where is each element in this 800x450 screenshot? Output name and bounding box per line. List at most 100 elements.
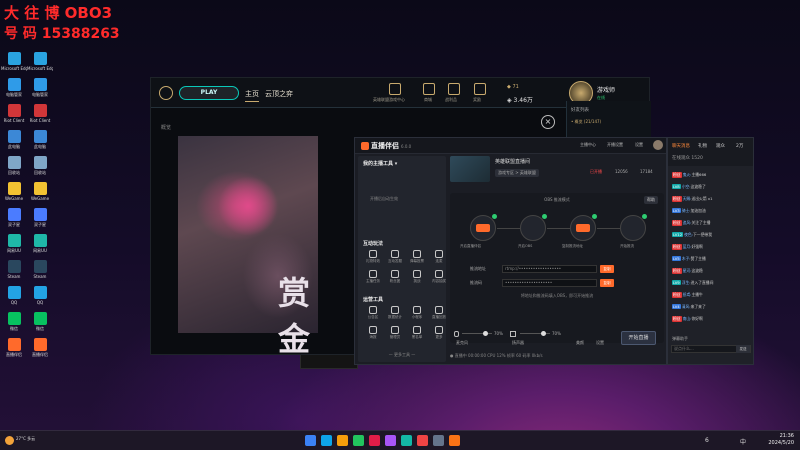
chat-message[interactable]: 粉丝 追风:关注了主播 [672,220,752,227]
desktop-shortcut[interactable]: QQ [27,286,53,310]
desktop-shortcut[interactable]: Riot Client [1,104,27,128]
chat-message[interactable]: 粉丝 纸鸢:主播牛 [672,292,752,299]
tool-button[interactable]: 挑战 [407,268,427,286]
taskbar-app-icon[interactable] [369,435,380,446]
nav-tft-tab[interactable]: 云顶之弈 [265,89,293,99]
tool-button[interactable]: 粉丝团 [385,268,405,286]
tool-button[interactable]: 内容抽奖 [429,268,449,286]
taskbar-app-icon[interactable] [385,435,396,446]
copy-rtmp-button[interactable]: 复制 [600,265,614,273]
mic-volume-knob[interactable] [483,331,488,336]
chat-message[interactable]: LV4 清风:来了来了 [672,304,752,311]
tool-button[interactable]: 弹幕投票 [407,248,427,266]
beauty-button[interactable]: 美颜 [576,340,584,346]
tool-button[interactable]: 更多 [429,324,449,342]
tool-button[interactable]: 礼物特效 [363,248,383,266]
anchor-center-button[interactable]: 主播中心 [580,142,596,148]
chat-nickname[interactable]: 夜色: [684,232,693,237]
desktop-shortcut[interactable]: WeGame [27,182,53,206]
input-language-indicator[interactable]: 中 [740,437,746,446]
desktop-shortcut[interactable]: 双子星 [1,208,27,232]
loot-icon[interactable] [448,83,460,95]
chat-nickname[interactable]: 小空: [682,184,691,189]
chat-message[interactable]: 粉丝 鬼火:主播666 [672,172,752,179]
room-category-tag[interactable]: 游戏专区 > 英雄联盟 [495,169,539,177]
tab-chat[interactable]: 聊天消息 [672,143,690,149]
desktop-shortcut[interactable]: 网易UU [1,234,27,258]
desktop-shortcut[interactable]: Microsoft Edge [27,52,53,76]
live-companion-window[interactable]: 直播伴侣 6.0.0 主播中心 开播设置 设置 我的主播工具 ▾ 开播后自动生效 … [354,137,667,365]
clock[interactable]: 21:36 2024/5/20 [768,433,794,447]
rewards-icon[interactable] [474,83,486,95]
event-hub-icon[interactable] [389,83,401,95]
chat-nickname[interactable]: 骑士: [682,208,691,213]
chat-message[interactable]: LV8 小空:这波稳了 [672,184,752,191]
rtmp-address-field[interactable]: rtmp://•••••••••••••••••• [502,265,597,273]
desktop-shortcut[interactable]: 电脑管家 [1,78,27,102]
desktop-shortcut[interactable]: 微信 [1,312,27,336]
microphone-icon[interactable] [454,331,459,337]
store-icon[interactable] [423,83,435,95]
taskbar-app-icon[interactable] [433,435,444,446]
lol-splash-art[interactable]: 赏金 [178,136,318,358]
desktop-shortcut[interactable]: 此电脑 [27,130,53,154]
tool-button[interactable]: 互动答题 [385,248,405,266]
play-button[interactable]: PLAY [179,86,239,100]
chat-send-button[interactable]: 发送 [736,345,750,353]
tool-button[interactable]: 直播回放 [429,304,449,322]
audio-settings-button[interactable]: 设置 [596,340,604,346]
desktop-shortcut[interactable]: WeGame [1,182,27,206]
chat-message[interactable]: LV3 骑士:加油加油 [672,208,752,215]
chat-nickname[interactable]: 木子: [682,256,691,261]
room-title[interactable]: 英雄联盟直播间 [495,158,530,165]
chat-nickname[interactable]: 清风: [682,304,691,309]
chat-panel[interactable]: 聊天消息 礼物 观众 2万 在线观众 1520 粉丝 鬼火:主播666 LV8 小空:… [667,137,754,365]
chat-message[interactable]: LV12 夜色:下一把带我 [672,232,752,239]
tool-button[interactable]: 公告区 [363,304,383,322]
more-tools-link[interactable]: — 更多工具 — [358,352,446,358]
tray-number[interactable]: 6 [705,437,709,444]
tool-button[interactable]: 数据统计 [385,304,405,322]
chat-message[interactable]: 粉丝 星河:这波稳 [672,268,752,275]
desktop-shortcut[interactable]: 双子星 [27,208,53,232]
desktop-shortcut[interactable]: 此电脑 [1,130,27,154]
chat-message[interactable]: LV5 木子:赞了主播 [672,256,752,263]
desktop-shortcut[interactable]: 微信 [27,312,53,336]
taskbar-app-icon[interactable] [449,435,460,446]
tool-button[interactable]: 小程序 [407,304,427,322]
desktop-shortcut[interactable]: 直播伴侣 [27,338,53,362]
taskbar-app-icon[interactable] [353,435,364,446]
chat-message[interactable]: 粉丝 南山:你好啊 [672,316,752,323]
start-live-button[interactable]: 开始直播 [621,331,656,345]
tool-button[interactable]: 主播任务 [363,268,383,286]
speaker-volume-knob[interactable] [541,331,546,336]
chat-message[interactable]: 粉丝 天赐:送出火箭 x1 [672,196,752,203]
tool-button[interactable]: 海报 [363,324,383,342]
live-settings-button[interactable]: 开播设置 [607,142,623,148]
chat-nickname[interactable]: 浮生: [682,280,691,285]
desktop-shortcut[interactable]: 直播伴侣 [1,338,27,362]
close-icon[interactable]: × [541,115,555,129]
help-button[interactable]: 帮助 [644,196,658,204]
desktop-shortcut[interactable]: 网易UU [27,234,53,258]
weather-text[interactable]: 27°C 多云 [16,436,35,442]
friends-count[interactable]: • 概览 (21/147) [571,119,601,125]
taskbar-app-icon[interactable] [305,435,316,446]
avatar[interactable] [653,140,663,150]
taskbar-app-icon[interactable] [417,435,428,446]
desktop-shortcut[interactable]: Microsoft Edge [1,52,27,76]
taskbar-app-icon[interactable] [401,435,412,446]
tool-button[interactable]: 管理员 [385,324,405,342]
tool-button[interactable]: 黑名单 [407,324,427,342]
game-thumbnail[interactable] [450,156,490,182]
nav-home-tab[interactable]: 主页 [245,89,259,102]
desktop-shortcut[interactable]: 回收站 [1,156,27,180]
tab-viewers[interactable]: 观众 [716,143,725,149]
side-section-my-tools[interactable]: 我的主播工具 ▾ [363,160,397,167]
desktop-shortcut[interactable]: Riot Client [27,104,53,128]
speaker-icon[interactable] [510,331,516,337]
stream-key-field[interactable]: •••••••••••••••••••• [502,279,597,287]
taskbar-app-icon[interactable] [337,435,348,446]
taskbar-app-icon[interactable] [321,435,332,446]
chat-message[interactable]: 粉丝 蓝月:好强啊 [672,244,752,251]
